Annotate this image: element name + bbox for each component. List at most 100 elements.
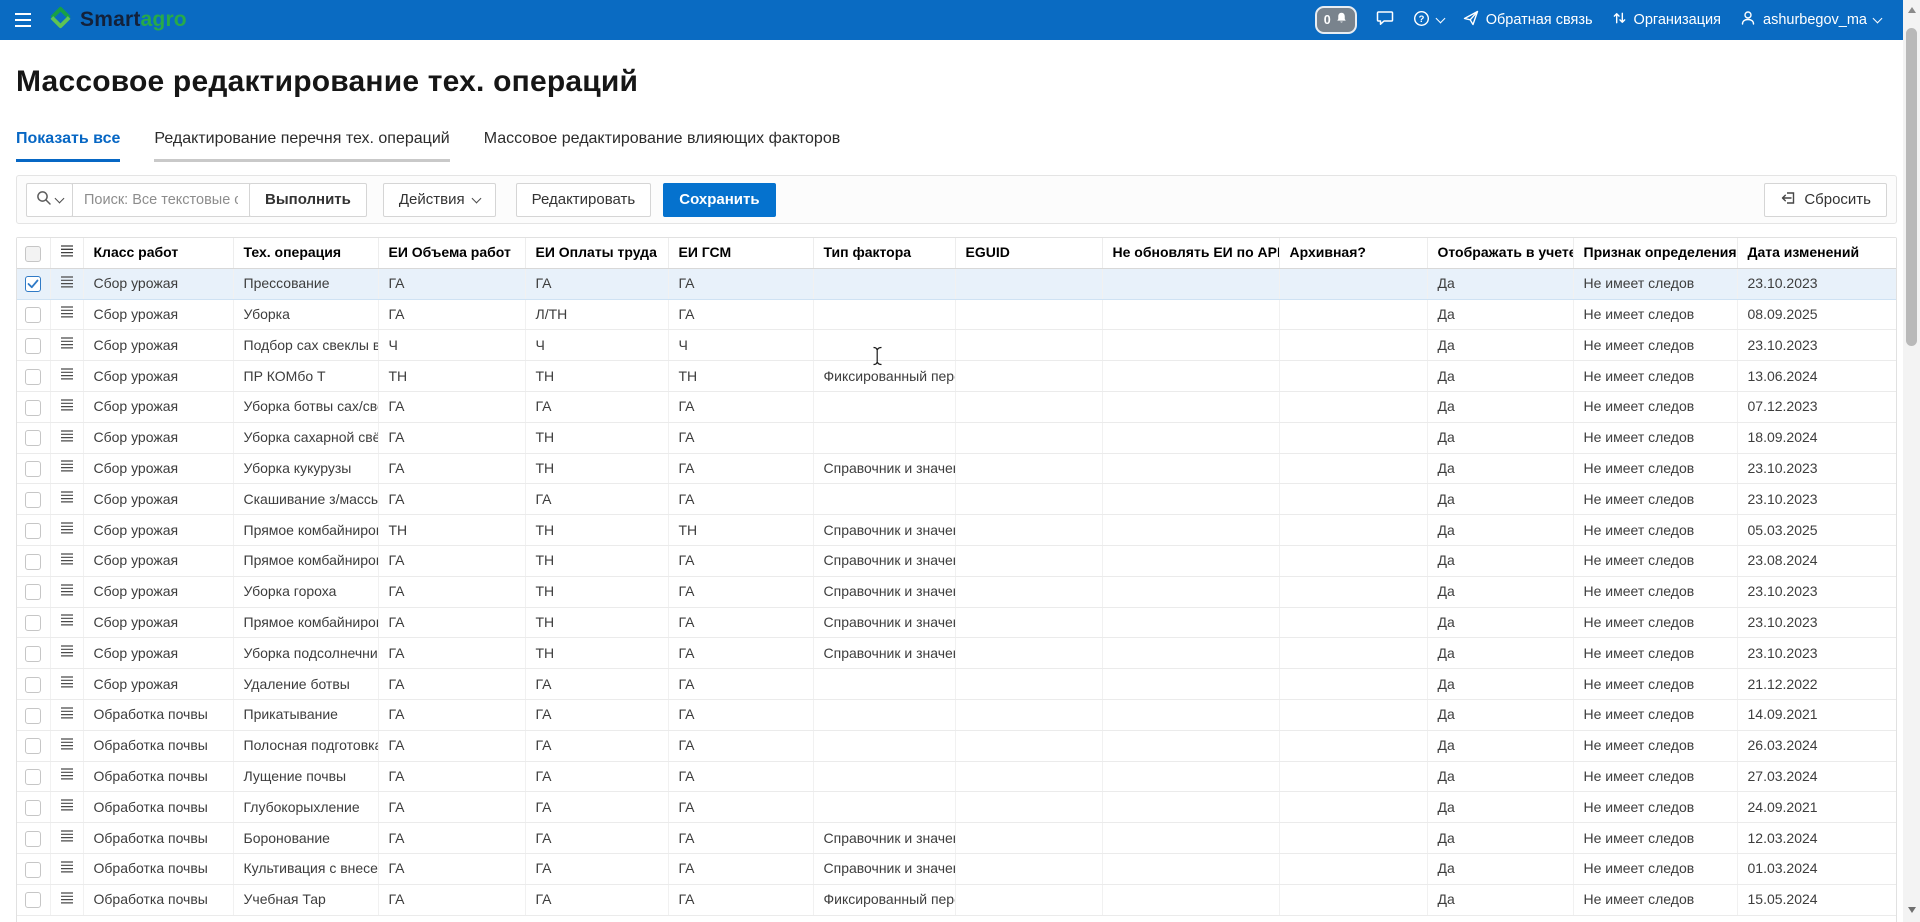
grid-cell[interactable]: 23.10.2023 — [1737, 607, 1896, 638]
grid-cell[interactable]: Прямое комбайниров... — [233, 545, 378, 576]
grid-cell[interactable]: ГА — [668, 422, 813, 453]
table-row[interactable]: Сбор урожаяСкашивание з/массыГАГАГАДаНе … — [17, 484, 1896, 515]
tab-mass-edit-factors[interactable]: Массовое редактирование влияющих факторо… — [484, 130, 841, 162]
row-checkbox[interactable] — [25, 646, 41, 662]
grid-cell[interactable]: Сбор урожая — [83, 669, 233, 700]
table-row[interactable]: Обработка почвыПрикатываниеГАГАГАДаНе им… — [17, 699, 1896, 730]
row-menu-icon[interactable] — [60, 270, 74, 299]
grid-cell[interactable]: Да — [1427, 484, 1573, 515]
grid-cell[interactable] — [813, 299, 955, 330]
grid-cell[interactable]: Уборка ботвы сах/свек... — [233, 391, 378, 422]
grid-cell[interactable] — [1102, 823, 1279, 854]
row-checkbox[interactable] — [25, 400, 41, 416]
grid-cell[interactable] — [1102, 299, 1279, 330]
grid-cell[interactable]: ТН — [525, 545, 668, 576]
edit-button[interactable]: Редактировать — [516, 183, 652, 217]
grid-cell[interactable]: Да — [1427, 884, 1573, 915]
grid-cell[interactable] — [955, 576, 1102, 607]
grid-cell[interactable]: Справочник и значения — [813, 545, 955, 576]
column-header[interactable]: Не обновлять ЕИ по API — [1102, 238, 1279, 268]
table-row[interactable]: Обработка почвыПолосная подготовкаГАГАГА… — [17, 730, 1896, 761]
grid-cell[interactable]: Не имеет следов — [1573, 515, 1737, 546]
grid-cell[interactable]: Не имеет следов — [1573, 853, 1737, 884]
grid-cell[interactable] — [1102, 884, 1279, 915]
grid-cell[interactable]: Справочник и значения — [813, 576, 955, 607]
grid-cell[interactable]: ГА — [378, 545, 525, 576]
grid-cell[interactable]: Да — [1427, 853, 1573, 884]
grid-cell[interactable]: ГА — [668, 730, 813, 761]
grid-cell[interactable] — [1279, 391, 1427, 422]
grid-cell[interactable] — [813, 422, 955, 453]
grid-cell[interactable]: 14.09.2021 — [1737, 699, 1896, 730]
grid-cell[interactable]: Скашивание з/массы — [233, 484, 378, 515]
feedback-button[interactable]: Обратная связь — [1463, 10, 1593, 30]
grid-cell[interactable] — [955, 730, 1102, 761]
grid-cell[interactable]: 15.05.2024 — [1737, 884, 1896, 915]
grid-cell[interactable]: Да — [1427, 761, 1573, 792]
row-checkbox[interactable] — [25, 862, 41, 878]
row-checkbox[interactable] — [25, 831, 41, 847]
row-checkbox[interactable] — [25, 769, 41, 785]
select-all-header[interactable] — [17, 238, 50, 268]
grid-cell[interactable] — [955, 823, 1102, 854]
row-checkbox[interactable] — [25, 677, 41, 693]
grid-cell[interactable]: ГА — [525, 884, 668, 915]
grid-cell[interactable] — [1279, 607, 1427, 638]
help-menu-button[interactable]: ? — [1413, 10, 1444, 31]
grid-cell[interactable]: 23.10.2023 — [1737, 268, 1896, 299]
grid-cell[interactable] — [1279, 484, 1427, 515]
grid-cell[interactable]: Сбор урожая — [83, 361, 233, 392]
row-menu-icon[interactable] — [60, 608, 74, 637]
grid-cell[interactable]: 18.09.2024 — [1737, 422, 1896, 453]
grid-cell[interactable]: Справочник и значения — [813, 607, 955, 638]
grid-cell[interactable]: Сбор урожая — [83, 330, 233, 361]
grid-cell[interactable]: Ч — [525, 330, 668, 361]
grid-cell[interactable] — [955, 515, 1102, 546]
table-row[interactable]: Сбор урожаяПрессованиеГАГАГАДаНе имеет с… — [17, 268, 1896, 299]
grid-cell[interactable] — [1102, 792, 1279, 823]
grid-cell[interactable]: Подбор сах свеклы вр... — [233, 330, 378, 361]
grid-cell[interactable] — [1102, 638, 1279, 669]
grid-cell[interactable]: 01.03.2024 — [1737, 853, 1896, 884]
grid-cell[interactable] — [955, 330, 1102, 361]
grid-cell[interactable]: 12.03.2024 — [1737, 823, 1896, 854]
scrollbar-thumb[interactable] — [1906, 28, 1917, 346]
grid-cell[interactable] — [813, 730, 955, 761]
grid-cell[interactable] — [1279, 330, 1427, 361]
table-row[interactable]: Сбор урожаяУборка ботвы сах/свек...ГАГАГ… — [17, 391, 1896, 422]
grid-cell[interactable]: Сбор урожая — [83, 576, 233, 607]
grid-cell[interactable]: Прямое комбайниров... — [233, 607, 378, 638]
grid-cell[interactable] — [1102, 607, 1279, 638]
column-header[interactable]: Отображать в учете — [1427, 238, 1573, 268]
grid-cell[interactable]: ГА — [668, 638, 813, 669]
select-all-checkbox[interactable] — [25, 246, 41, 262]
save-button[interactable]: Сохранить — [663, 183, 775, 217]
grid-cell[interactable]: Уборка гороха — [233, 576, 378, 607]
grid-cell[interactable]: Справочник и значения — [813, 453, 955, 484]
grid-cell[interactable]: Справочник и значения — [813, 853, 955, 884]
grid-cell[interactable] — [1279, 576, 1427, 607]
row-checkbox[interactable] — [25, 338, 41, 354]
grid-cell[interactable]: ТН — [668, 361, 813, 392]
grid-cell[interactable]: 26.03.2024 — [1737, 730, 1896, 761]
grid-cell[interactable] — [1279, 268, 1427, 299]
row-menu-icon[interactable] — [60, 762, 74, 791]
row-checkbox[interactable] — [25, 492, 41, 508]
grid-cell[interactable]: ГА — [668, 607, 813, 638]
column-header[interactable]: ЕИ Объема работ — [378, 238, 525, 268]
grid-cell[interactable] — [1279, 299, 1427, 330]
grid-cell[interactable]: 05.03.2025 — [1737, 515, 1896, 546]
grid-cell[interactable]: Сбор урожая — [83, 484, 233, 515]
grid-cell[interactable]: ТН — [525, 422, 668, 453]
grid-cell[interactable]: ГА — [668, 853, 813, 884]
grid-cell[interactable]: ПР КОМбо Т — [233, 361, 378, 392]
grid-cell[interactable]: ГА — [525, 823, 668, 854]
grid-cell[interactable]: Не имеет следов — [1573, 761, 1737, 792]
grid-cell[interactable] — [955, 853, 1102, 884]
grid-cell[interactable]: Обработка почвы — [83, 730, 233, 761]
table-row[interactable]: Сбор урожаяУдаление ботвыГАГАГАДаНе имее… — [17, 669, 1896, 700]
row-checkbox[interactable] — [25, 554, 41, 570]
grid-cell[interactable]: Фиксированный переч... — [813, 361, 955, 392]
row-menu-header[interactable] — [50, 238, 83, 268]
grid-cell[interactable]: ТН — [525, 515, 668, 546]
